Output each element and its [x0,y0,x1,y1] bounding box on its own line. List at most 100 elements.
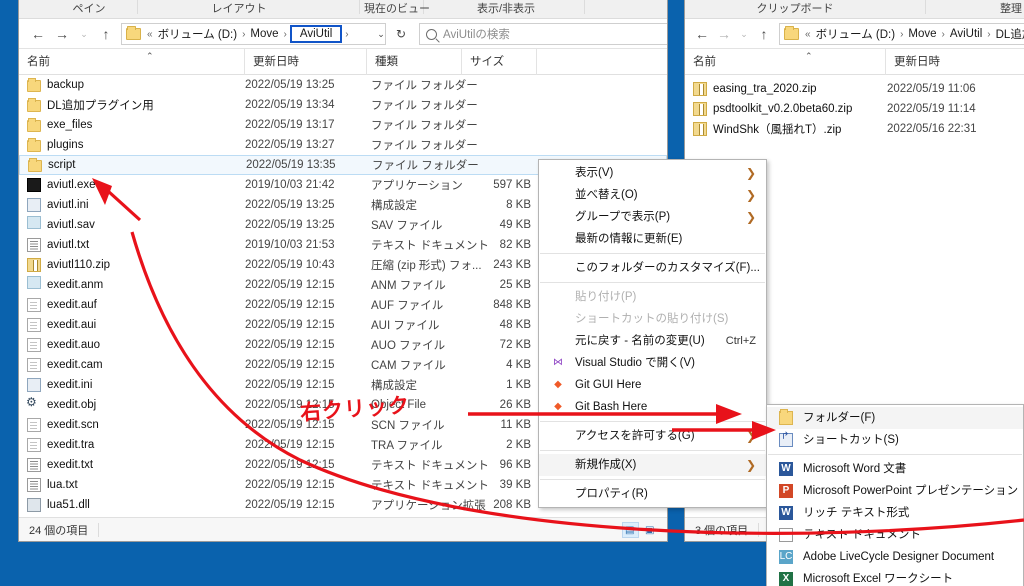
breadcrumb-move[interactable]: Move [905,27,939,41]
menu-item[interactable]: テキスト ドキュメント [767,524,1023,546]
back-button[interactable]: ← [29,25,47,43]
column-header-name[interactable]: 名前 [685,49,885,75]
new-item-submenu[interactable]: フォルダー(F) ショートカット(S) W Microsoft Word 文書 P Mic… [766,404,1024,586]
menu-item[interactable]: 並べ替え(O) ❯ [539,184,766,206]
table-row[interactable]: exe_files 2022/05/19 13:17 ファイル フォルダー [19,115,667,135]
file-type: ファイル フォルダー [371,80,478,92]
file-name: backup [47,79,85,91]
menu-item[interactable]: P Microsoft PowerPoint プレゼンテーション [767,480,1023,502]
table-row[interactable]: DL追加プラグイン用 2022/05/19 13:34 ファイル フォルダー [19,95,667,115]
up-button[interactable]: ↑ [755,25,773,43]
breadcrumb-aviutil[interactable]: AviUtil [289,25,343,43]
breadcrumb-volume[interactable]: ボリューム (D:) [155,25,241,43]
file-type: ファイル フォルダー [371,100,478,112]
up-button[interactable]: ↑ [97,25,115,43]
column-header-extra[interactable] [536,49,656,75]
ribbon-divider [584,0,585,14]
file-name: exedit.txt [47,459,94,471]
menu-item[interactable]: W リッチ テキスト形式 [767,502,1023,524]
column-header-type[interactable]: 種類 [366,49,461,75]
recent-locations-button[interactable]: ⌄ [75,25,93,43]
context-menu[interactable]: 表示(V) ❯ 並べ替え(O) ❯ グループで表示(P) ❯ 最新の情報に更新(E) このフォ… [538,159,767,508]
file-name: exedit.tra [47,439,95,451]
menu-item[interactable]: ◆ Git GUI Here [539,374,766,396]
menu-item-label: 貼り付け(P) [575,291,637,303]
recent-locations-button[interactable]: ⌄ [735,25,753,43]
large-icons-view-button[interactable]: ▣ [642,522,659,538]
back-button[interactable]: ← [693,25,711,43]
file-name: exedit.aui [47,319,97,331]
menu-item-label: 最新の情報に更新(E) [575,233,683,245]
file-date: 2022/05/19 12:15 [245,439,335,451]
menu-item: ショートカットの貼り付け(S) [539,308,766,330]
text-icon [779,528,793,542]
file-list-right[interactable]: easing_tra_2020.zip 2022/05/19 11:06 psdto… [685,75,1024,139]
file-date: 2022/05/19 12:15 [245,279,335,291]
git-icon: ◆ [554,379,562,390]
file-type-icon [27,298,41,312]
menu-separator [540,479,765,480]
file-size: 597 KB [493,179,531,191]
breadcrumb-aviutil[interactable]: AviUtil [947,27,985,41]
column-header-date[interactable]: 更新日時 [885,49,1024,75]
file-type-icon [27,418,41,432]
search-input[interactable]: AviUtilの検索 [419,23,667,45]
menu-item[interactable]: プロパティ(R) [539,483,766,505]
menu-item[interactable]: ショートカット(S) [767,429,1023,451]
address-path-field[interactable]: « ボリューム (D:) › Move › AviUtil › DL追加プラグイ [779,23,1024,45]
file-size: 4 KB [506,359,531,371]
menu-item-label: Microsoft Word 文書 [803,463,907,475]
file-date: 2022/05/19 12:15 [245,459,335,471]
file-date: 2022/05/19 12:15 [245,379,335,391]
file-name: exedit.scn [47,419,99,431]
file-type-icon [27,258,41,272]
menu-item-label: このフォルダーのカスタマイズ(F)... [575,262,760,274]
column-header-size[interactable]: サイズ [461,49,536,75]
rtf-icon: W [779,506,793,520]
menu-item[interactable]: ⋈ Visual Studio で開く(V) [539,352,766,374]
file-date: 2022/05/19 13:25 [245,199,335,211]
menu-item-label: 元に戻す - 名前の変更(U) [575,335,705,347]
breadcrumb-move[interactable]: Move [247,27,281,41]
file-size: 49 KB [499,219,531,231]
file-date: 2022/05/19 12:15 [245,339,335,351]
file-name: exedit.obj [47,399,97,411]
file-name: aviutl110.zip [47,259,111,271]
menu-item[interactable]: フォルダー(F) [767,407,1023,429]
menu-item[interactable]: 表示(V) ❯ [539,162,766,184]
details-view-button[interactable]: ▤ [622,522,639,538]
address-dropdown-icon[interactable]: ⌄ [371,23,391,45]
menu-separator [768,454,1022,455]
table-row[interactable]: easing_tra_2020.zip 2022/05/19 11:06 [685,79,1024,99]
menu-item[interactable]: LC Adobe LiveCycle Designer Document [767,546,1023,568]
menu-item[interactable]: このフォルダーのカスタマイズ(F)... [539,257,766,279]
address-path-field[interactable]: « ボリューム (D:) › Move › AviUtil › [121,23,386,45]
column-header-name[interactable]: 名前 [19,49,244,75]
menu-item[interactable]: X Microsoft Excel ワークシート [767,568,1023,586]
column-header-date[interactable]: 更新日時 [244,49,366,75]
menu-item[interactable]: 元に戻す - 名前の変更(U) Ctrl+Z [539,330,766,352]
table-row[interactable]: WindShk（風揺れT）.zip 2022/05/16 22:31 [685,119,1024,139]
breadcrumb-dl-plugin[interactable]: DL追加プラグイ [993,25,1024,43]
menu-item-label: Microsoft PowerPoint プレゼンテーション [803,485,1019,497]
chevron-right-icon: ❯ [745,210,756,224]
menu-item[interactable]: W Microsoft Word 文書 [767,458,1023,480]
livecycle-icon: LC [779,550,793,564]
file-type: AUF ファイル [371,300,444,312]
menu-item[interactable]: 新規作成(X) ❯ [539,454,766,476]
shortcut-icon [779,430,793,447]
menu-item[interactable]: アクセスを許可する(G) ❯ [539,425,766,447]
table-row[interactable]: psdtoolkit_v0.2.0beta60.zip 2022/05/19 11… [685,99,1024,119]
table-row[interactable]: backup 2022/05/19 13:25 ファイル フォルダー [19,75,667,95]
menu-item[interactable]: グループで表示(P) ❯ [539,206,766,228]
file-type-icon [27,438,41,452]
breadcrumb-volume[interactable]: ボリューム (D:) [813,25,899,43]
file-type: ANM ファイル [371,280,446,292]
menu-item[interactable]: ◆ Git Bash Here [539,396,766,418]
menu-item[interactable]: 最新の情報に更新(E) [539,228,766,250]
forward-button[interactable]: → [53,25,71,43]
refresh-icon[interactable]: ↻ [391,23,411,45]
menu-item-label: リッチ テキスト形式 [803,507,910,519]
forward-button[interactable]: → [715,25,733,43]
table-row[interactable]: plugins 2022/05/19 13:27 ファイル フォルダー [19,135,667,155]
